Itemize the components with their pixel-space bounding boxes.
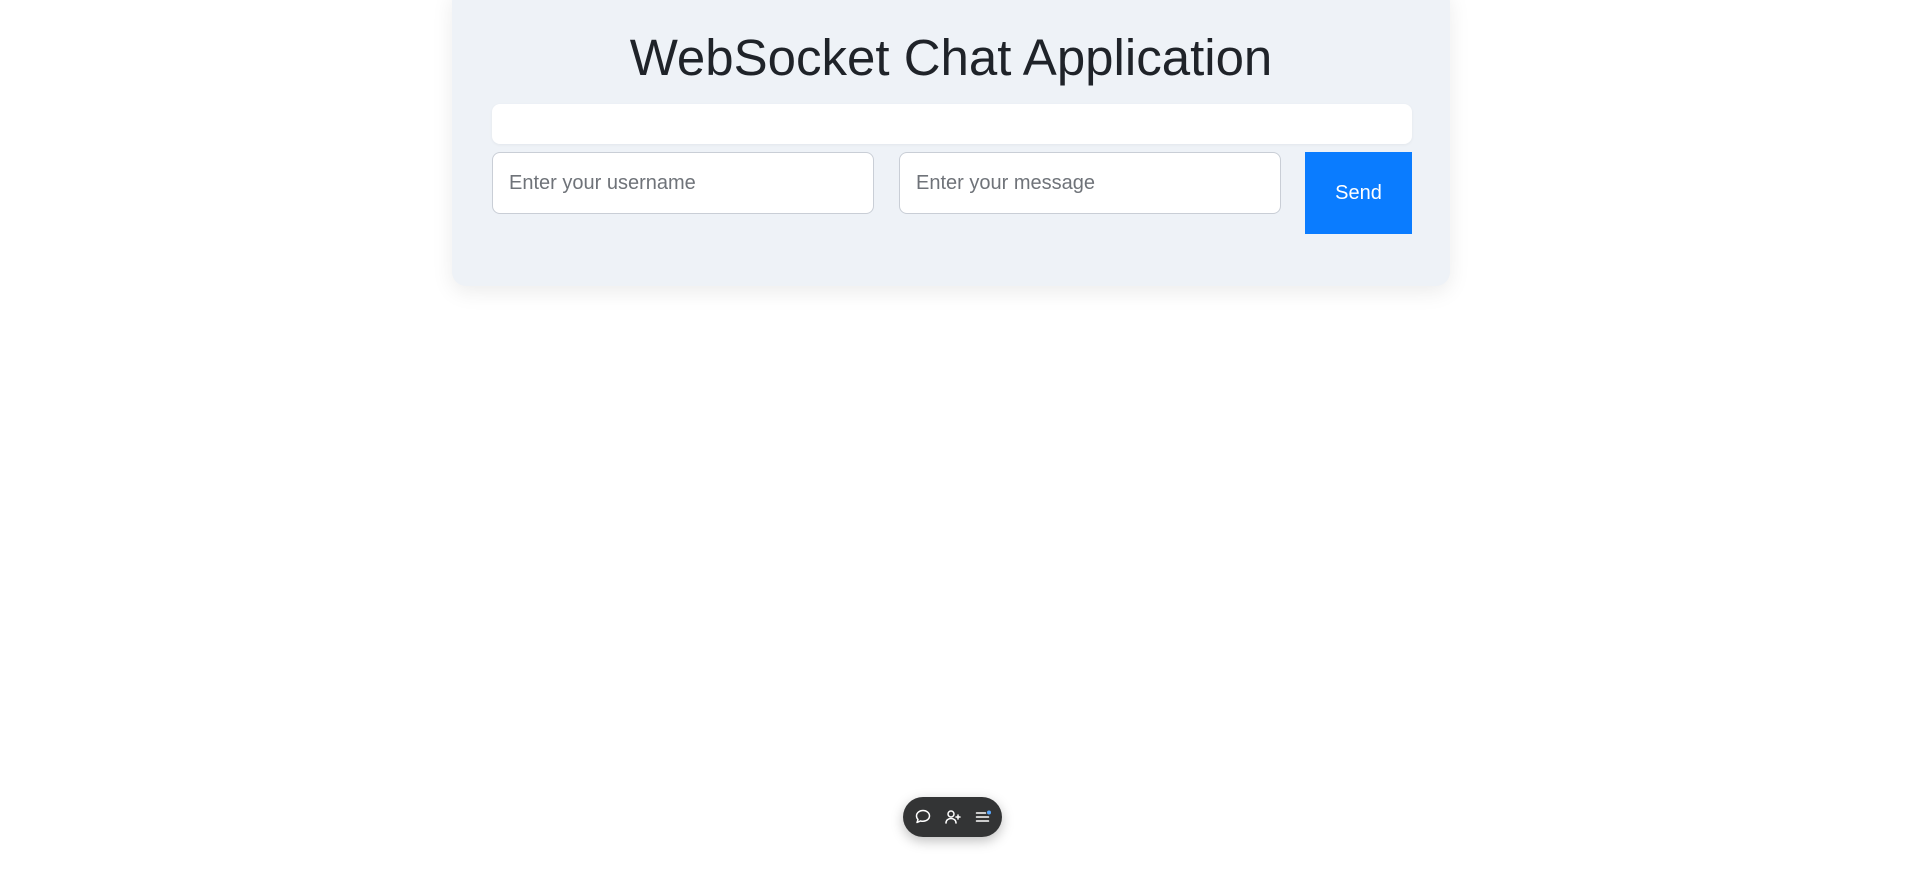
chat-bubble-icon <box>914 808 932 826</box>
username-input[interactable] <box>492 152 874 214</box>
add-user-button[interactable] <box>942 806 964 828</box>
floating-toolbar <box>903 797 1002 837</box>
send-button[interactable]: Send <box>1305 152 1412 234</box>
chat-container: WebSocket Chat Application Send <box>452 0 1450 286</box>
page-title: WebSocket Chat Application <box>629 29 1273 86</box>
add-user-icon <box>944 808 962 826</box>
menu-button[interactable] <box>972 806 994 828</box>
message-input[interactable] <box>899 152 1281 214</box>
page: WebSocket Chat Application Send <box>0 0 1907 873</box>
chat-button[interactable] <box>912 806 934 828</box>
menu-list-icon <box>974 808 992 826</box>
messages-area <box>492 104 1412 144</box>
